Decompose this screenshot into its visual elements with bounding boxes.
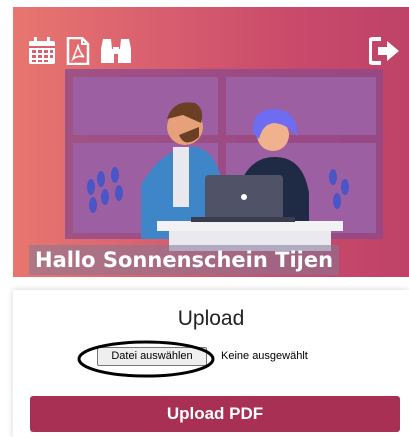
binoculars-icon[interactable]: [99, 37, 133, 65]
upload-title: Upload: [177, 307, 245, 330]
top-toolbar: [13, 37, 409, 67]
file-status-text: Keine ausgewählt: [221, 350, 308, 362]
pdf-file-icon[interactable]: [66, 37, 90, 65]
logout-icon[interactable]: [369, 37, 401, 65]
greeting-text: Hallo Sonnenschein Tijen: [29, 245, 340, 275]
upload-pdf-button[interactable]: Upload PDF: [30, 396, 400, 432]
hero-banner: Hallo Sonnenschein Tijen: [13, 7, 409, 277]
calendar-icon[interactable]: [27, 37, 57, 65]
highlight-ellipse: [77, 340, 215, 378]
